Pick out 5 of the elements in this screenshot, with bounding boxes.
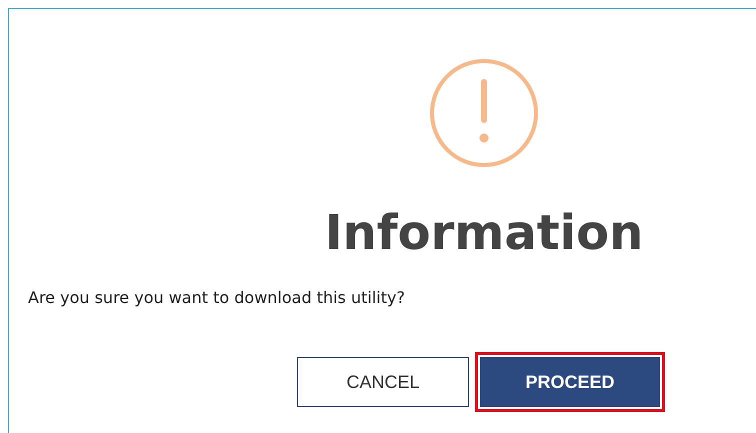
proceed-button[interactable]: PROCEED (475, 352, 665, 412)
dialog-title: Information (324, 209, 644, 257)
cancel-button[interactable]: CANCEL (297, 357, 469, 407)
exclamation-icon (428, 57, 540, 169)
dialog-message: Are you sure you want to download this utility? (28, 288, 406, 307)
